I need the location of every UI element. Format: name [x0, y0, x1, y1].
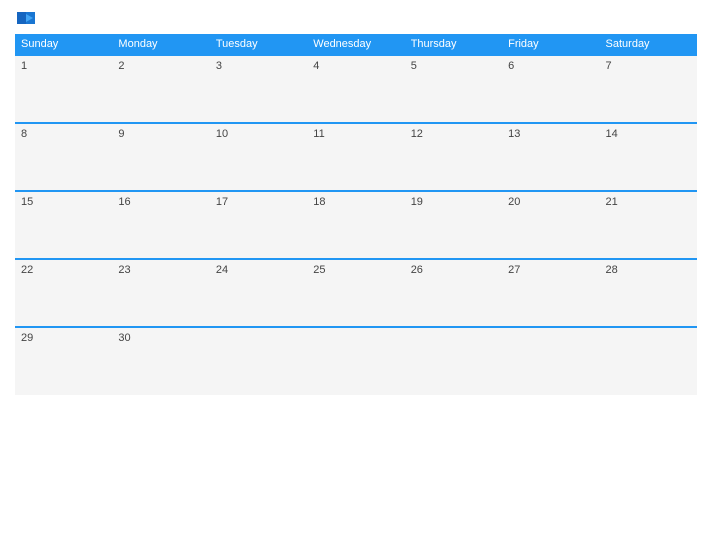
day-header-monday: Monday	[112, 34, 209, 55]
day-number: 15	[21, 196, 33, 208]
day-cell: 25	[307, 259, 404, 327]
day-cell: 30	[112, 327, 209, 395]
day-cell: 27	[502, 259, 599, 327]
day-number: 30	[118, 332, 130, 344]
day-header-sunday: Sunday	[15, 34, 112, 55]
day-number: 2	[118, 60, 124, 72]
day-cell: 3	[210, 55, 307, 123]
day-cell: 28	[600, 259, 697, 327]
day-cell: 11	[307, 123, 404, 191]
week-row-3: 15 16 17 18 19 20 21	[15, 191, 697, 259]
day-number: 22	[21, 264, 33, 276]
day-cell	[600, 327, 697, 395]
day-cell: 19	[405, 191, 502, 259]
day-number: 19	[411, 196, 423, 208]
day-header-friday: Friday	[502, 34, 599, 55]
day-cell: 24	[210, 259, 307, 327]
day-header-tuesday: Tuesday	[210, 34, 307, 55]
day-header-wednesday: Wednesday	[307, 34, 404, 55]
day-header-saturday: Saturday	[600, 34, 697, 55]
day-cell: 18	[307, 191, 404, 259]
day-cell: 17	[210, 191, 307, 259]
day-cell: 29	[15, 327, 112, 395]
day-number: 7	[606, 60, 612, 72]
day-cell: 22	[15, 259, 112, 327]
day-cell: 23	[112, 259, 209, 327]
day-cell: 13	[502, 123, 599, 191]
calendar-header	[15, 10, 697, 26]
logo-flag-icon	[17, 12, 35, 24]
day-number: 29	[21, 332, 33, 344]
day-number: 28	[606, 264, 618, 276]
day-number: 11	[313, 128, 324, 140]
day-number: 13	[508, 128, 520, 140]
day-cell: 4	[307, 55, 404, 123]
day-cell: 7	[600, 55, 697, 123]
day-number: 10	[216, 128, 228, 140]
day-cell: 20	[502, 191, 599, 259]
day-number: 20	[508, 196, 520, 208]
week-row-1: 1 2 3 4 5 6 7	[15, 55, 697, 123]
day-number: 8	[21, 128, 27, 140]
day-number: 26	[411, 264, 423, 276]
week-row-2: 8 9 10 11 12 13 14	[15, 123, 697, 191]
calendar-container: SundayMondayTuesdayWednesdayThursdayFrid…	[0, 0, 712, 550]
day-number: 27	[508, 264, 520, 276]
day-number: 25	[313, 264, 325, 276]
calendar-grid: SundayMondayTuesdayWednesdayThursdayFrid…	[15, 34, 697, 395]
week-row-5: 29 30	[15, 327, 697, 395]
day-number: 17	[216, 196, 228, 208]
day-cell: 1	[15, 55, 112, 123]
day-header-thursday: Thursday	[405, 34, 502, 55]
day-cell: 14	[600, 123, 697, 191]
day-number: 23	[118, 264, 130, 276]
day-number: 3	[216, 60, 222, 72]
day-cell: 26	[405, 259, 502, 327]
day-number: 14	[606, 128, 618, 140]
day-number: 16	[118, 196, 130, 208]
day-cell: 21	[600, 191, 697, 259]
day-cell: 9	[112, 123, 209, 191]
day-number: 1	[21, 60, 27, 72]
day-number: 18	[313, 196, 325, 208]
day-cell: 10	[210, 123, 307, 191]
day-cell	[307, 327, 404, 395]
day-cell: 8	[15, 123, 112, 191]
day-number: 9	[118, 128, 124, 140]
day-cell	[502, 327, 599, 395]
day-cell: 5	[405, 55, 502, 123]
day-number: 21	[606, 196, 618, 208]
day-cell: 12	[405, 123, 502, 191]
day-cell: 6	[502, 55, 599, 123]
day-number: 12	[411, 128, 423, 140]
day-number: 6	[508, 60, 514, 72]
logo	[15, 10, 35, 26]
day-cell: 16	[112, 191, 209, 259]
day-cell: 15	[15, 191, 112, 259]
day-number: 4	[313, 60, 319, 72]
day-number: 24	[216, 264, 228, 276]
day-number: 5	[411, 60, 417, 72]
day-cell	[405, 327, 502, 395]
day-cell	[210, 327, 307, 395]
week-row-4: 22 23 24 25 26 27 28	[15, 259, 697, 327]
days-header-row: SundayMondayTuesdayWednesdayThursdayFrid…	[15, 34, 697, 55]
day-cell: 2	[112, 55, 209, 123]
